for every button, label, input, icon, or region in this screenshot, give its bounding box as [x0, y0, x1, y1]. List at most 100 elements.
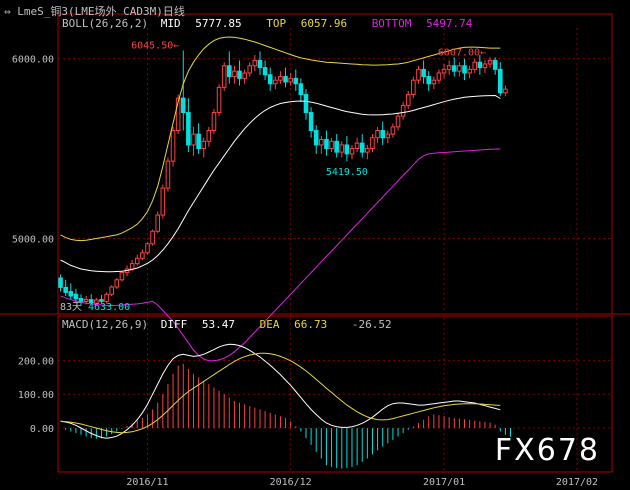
candle-down [58, 277, 63, 288]
candle-up [201, 140, 207, 150]
candle-down [196, 133, 201, 150]
candle-up [487, 59, 493, 65]
candle-up [278, 76, 283, 81]
candle-up [160, 187, 166, 216]
candle-up [385, 133, 391, 139]
candle-up [109, 286, 114, 295]
candle-down [324, 139, 329, 150]
candle-down [426, 76, 431, 85]
candle-up [145, 243, 150, 254]
candle-up [129, 263, 135, 270]
candle-down [293, 77, 299, 85]
candle-down [380, 130, 385, 139]
boll-label: BOLL(26,26,2) [62, 17, 149, 30]
boll-line-top [60, 36, 501, 242]
annotation-low: 5419.50 [326, 167, 368, 178]
candle-up [114, 279, 120, 288]
boll-line-mid [60, 94, 501, 273]
candle-down [227, 65, 232, 78]
candle-up [354, 142, 360, 150]
candle-up [436, 72, 442, 81]
candle-up [446, 65, 452, 70]
x-tick-label: 2017/02 [556, 477, 598, 488]
candle-up [329, 140, 334, 150]
macd-diff-value: 53.47 [201, 318, 235, 331]
macd-value: -26.52 [351, 318, 392, 331]
candle-up [155, 214, 160, 232]
candle-up [375, 130, 380, 139]
candle-up [472, 61, 478, 70]
candle-up [150, 230, 155, 245]
boll-top-label: TOP [266, 17, 287, 30]
candle-down [359, 142, 365, 153]
annotation-high-2: 6007.00← [438, 47, 486, 58]
macd-diff-label: DIFF [160, 318, 188, 331]
annotation-high-1: 6045.50← [131, 40, 179, 51]
candle-down [498, 68, 503, 94]
candle-up [370, 137, 375, 150]
watermark-logo: FX678 [494, 433, 600, 468]
candle-down [186, 112, 191, 146]
x-tick-label: 2016/11 [126, 477, 168, 488]
candle-up [339, 144, 345, 153]
candle-up [252, 59, 258, 67]
candle-up [365, 148, 370, 153]
boll-mid-value: 5777.85 [195, 17, 242, 30]
candle-down [334, 140, 339, 153]
candle-down [421, 68, 426, 78]
candle-down [308, 112, 314, 132]
macd-legend: MACD(12,26,9) DIFF 53.47 DEA 66.73 -26.5… [62, 318, 392, 331]
x-tick-label: 2016/12 [270, 477, 312, 488]
candle-up [390, 126, 396, 135]
candle-up [349, 148, 355, 155]
chart-window: 6000.00 5000.00 200.00 100.00 0.00 2016/11 201… [0, 0, 630, 490]
candle-up [416, 68, 421, 81]
candle-up [191, 133, 196, 146]
annotation-left-low: 4633.00 [88, 302, 130, 313]
boll-bottom-label: BOTTOM [371, 17, 412, 30]
candle-up [431, 79, 437, 85]
candle-up [441, 68, 447, 74]
candle-down [313, 130, 319, 146]
macd-y-tick: 0.00 [30, 424, 54, 435]
candle-down [237, 70, 242, 79]
candle-down [180, 97, 186, 114]
boll-mid-label: MID [160, 17, 181, 30]
macd-label: MACD(12,26,9) [62, 318, 149, 331]
title-icon: ⇔ [4, 5, 18, 18]
candle-down [492, 59, 498, 70]
boll-legend: BOLL(26,26,2) MID 5777.85 TOP 6057.96 BO… [62, 17, 472, 30]
candle-up [319, 139, 324, 146]
boll-bottom-value: 5497.74 [426, 17, 473, 30]
candle-down [262, 67, 268, 76]
price-y-tick: 5000.00 [12, 234, 54, 245]
candle-up [216, 86, 222, 114]
candle-down [462, 65, 467, 74]
candle-down [63, 286, 68, 293]
candle-up [411, 79, 416, 96]
macd-dea-value: 66.73 [294, 318, 328, 331]
macd-y-tick: 200.00 [18, 356, 54, 367]
macd-dea-label: DEA [259, 318, 280, 331]
candle-down [257, 59, 263, 69]
chart-canvas: 6000.00 5000.00 200.00 100.00 0.00 2016/11 201… [0, 13, 630, 488]
candle-down [283, 76, 288, 83]
candle-up [242, 72, 247, 79]
candle-down [477, 61, 483, 69]
candle-up [467, 68, 472, 74]
candle-down [451, 65, 457, 72]
candle-up [400, 104, 406, 117]
candle-up [232, 70, 237, 78]
macd-y-tick: 100.00 [18, 390, 54, 401]
candle-up [221, 65, 227, 88]
candle-up [457, 65, 462, 72]
candle-down [267, 74, 273, 85]
x-tick-label: 2017/01 [423, 477, 465, 488]
candle-up [405, 94, 411, 106]
candle-up [482, 63, 488, 69]
candle-down [78, 298, 84, 302]
candle-up [119, 272, 125, 281]
candle-up [395, 115, 401, 128]
annotation-day-count: 83天 [60, 302, 82, 313]
price-y-tick: 6000.00 [12, 55, 54, 66]
